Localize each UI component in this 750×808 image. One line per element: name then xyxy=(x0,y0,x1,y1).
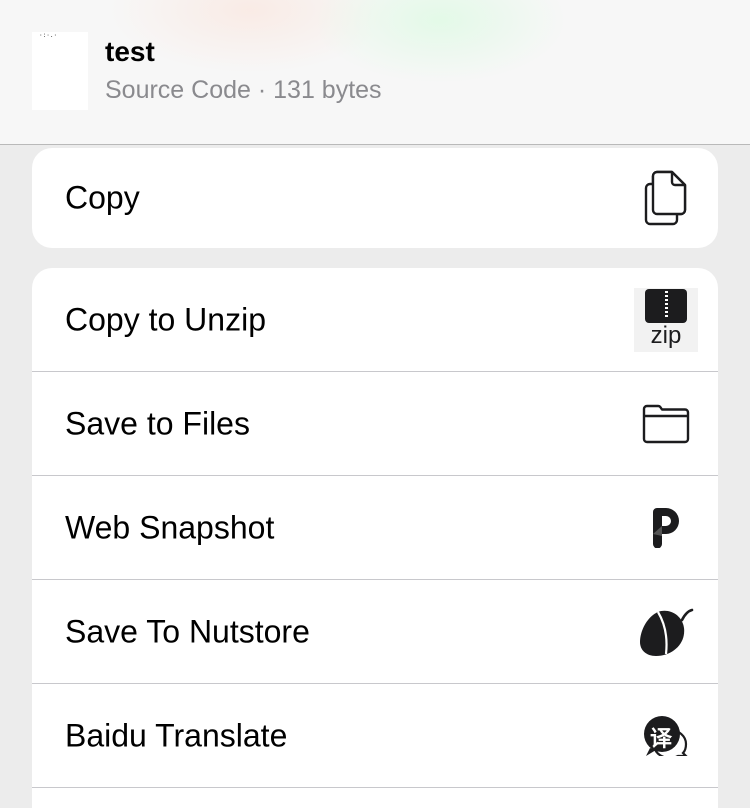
action-save-to-files[interactable]: Save to Files xyxy=(32,372,718,476)
share-sheet-header: ·:·.· test Source Code · 131 bytes xyxy=(0,0,750,145)
action-copy-label: Copy xyxy=(65,179,140,216)
action-save-to-nutstore[interactable]: Save To Nutstore xyxy=(32,580,718,684)
primary-actions-group: Copy xyxy=(32,148,718,248)
copy-icon xyxy=(634,166,698,230)
action-baidu-translate-label: Baidu Translate xyxy=(65,717,288,753)
thumbnail-text: ·:·.· xyxy=(39,32,58,39)
action-web-snapshot[interactable]: Web Snapshot xyxy=(32,476,718,580)
baidu-translate-icon-text: 译 xyxy=(650,726,673,752)
folder-icon xyxy=(634,392,698,456)
zip-app-icon: zip xyxy=(634,287,698,352)
action-copy[interactable]: Copy xyxy=(32,148,718,248)
action-save-to-nutstore-label: Save To Nutstore xyxy=(65,613,310,649)
file-subtitle: Source Code · 131 bytes xyxy=(105,76,382,104)
web-snapshot-p-icon xyxy=(634,496,698,560)
file-name: test xyxy=(105,36,155,67)
action-copy-to-unzip[interactable]: Copy to Unzip zip xyxy=(32,268,718,372)
file-thumbnail: ·:·.· xyxy=(32,32,88,110)
nutstore-acorn-icon xyxy=(634,600,698,664)
action-baidu-translate[interactable]: Baidu Translate 译 xyxy=(32,684,718,788)
actions-list-group: Copy to Unzip zip Save to Files Web Snap… xyxy=(32,268,718,808)
zip-icon-text: zip xyxy=(650,321,682,349)
baidu-translate-icon: 译 xyxy=(634,704,698,768)
action-copy-to-unzip-label: Copy to Unzip xyxy=(65,301,266,337)
action-save-to-files-label: Save to Files xyxy=(65,405,250,441)
action-web-snapshot-label: Web Snapshot xyxy=(65,509,275,545)
